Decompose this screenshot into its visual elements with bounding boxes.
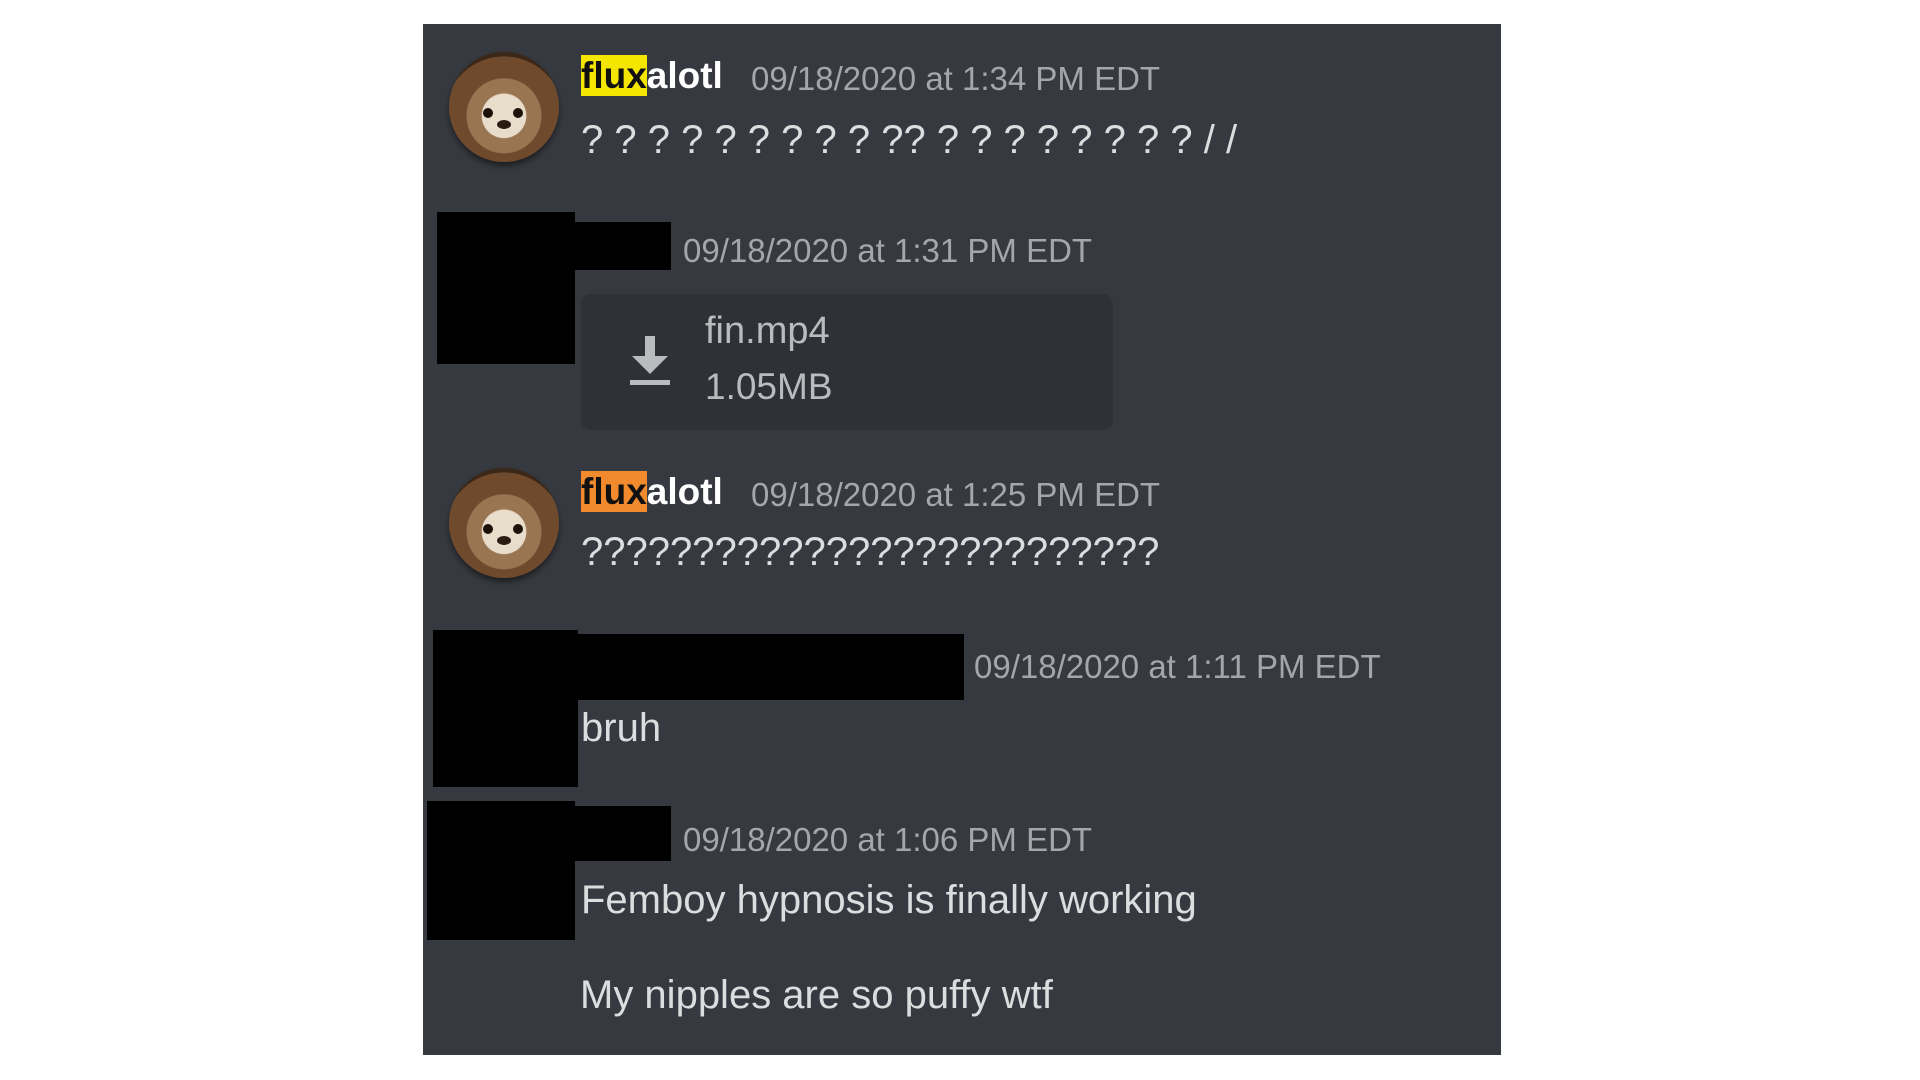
message-text: My nipples are so puffy wtf — [580, 973, 1053, 1017]
message-timestamp[interactable]: 09/18/2020 at 1:11 PM EDT — [974, 645, 1381, 689]
message-text: bruh — [581, 706, 662, 750]
user-avatar[interactable] — [449, 468, 559, 578]
user-avatar[interactable] — [449, 52, 559, 162]
redacted-username — [578, 634, 964, 700]
message-text: Femboy hypnosis is finally working — [581, 878, 1197, 922]
message-timestamp[interactable]: 09/18/2020 at 1:25 PM EDT — [751, 473, 1160, 517]
redacted-username — [575, 222, 671, 270]
username-rest: alotl — [646, 471, 723, 512]
download-icon[interactable] — [628, 336, 672, 386]
chat-log: fluxalotl 09/18/2020 at 1:34 PM EDT ? ? … — [423, 24, 1501, 1055]
redacted-username — [575, 806, 671, 861]
username-rest: alotl — [646, 55, 723, 96]
redacted-avatar — [427, 801, 575, 940]
username[interactable]: fluxalotl — [581, 470, 723, 514]
attachment-filename[interactable]: fin.mp4 — [705, 308, 830, 354]
attachment-size: 1.05MB — [705, 366, 833, 407]
message-text: ? ? ? ? ? ? ? ? ? ?? ? ? ? ? ? ? ? ? / / — [581, 118, 1238, 162]
redacted-avatar — [437, 212, 575, 364]
username-highlight: flux — [581, 471, 647, 512]
message-timestamp[interactable]: 09/18/2020 at 1:34 PM EDT — [751, 57, 1160, 101]
username[interactable]: fluxalotl — [581, 54, 723, 98]
message-timestamp[interactable]: 09/18/2020 at 1:06 PM EDT — [683, 818, 1092, 862]
username-highlight: flux — [581, 55, 647, 96]
redacted-avatar — [433, 630, 578, 787]
file-attachment: fin.mp4 1.05MB — [581, 294, 1113, 430]
message-text: ?????????????????????????? — [581, 530, 1160, 574]
message-timestamp[interactable]: 09/18/2020 at 1:31 PM EDT — [683, 229, 1092, 273]
